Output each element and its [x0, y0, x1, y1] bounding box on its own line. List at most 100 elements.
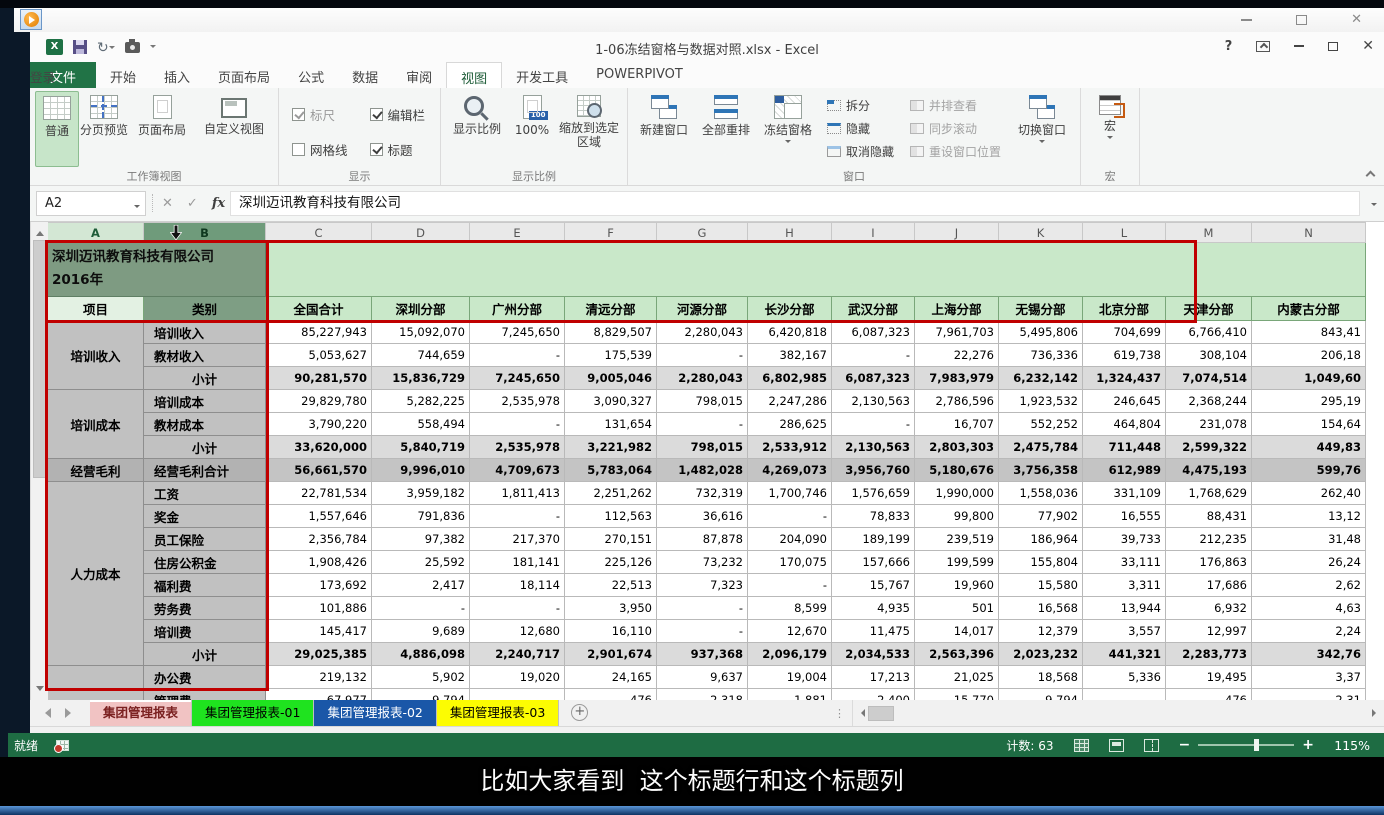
header-cell[interactable]: 天津分部 [1166, 297, 1252, 321]
category-cell[interactable]: 员工保险 [144, 528, 266, 551]
restore-button[interactable] [1328, 42, 1338, 51]
value-cell[interactable]: 15,092,070 [372, 321, 470, 344]
value-cell[interactable]: 12,680 [470, 620, 565, 643]
collapse-ribbon-icon[interactable] [1366, 171, 1376, 181]
value-cell[interactable]: - [470, 689, 565, 700]
value-cell[interactable]: 31,48 [1252, 528, 1366, 551]
value-cell[interactable]: 2,130,563 [832, 390, 915, 413]
formula-input[interactable]: 深圳迈讯教育科技有限公司 [230, 191, 1360, 216]
column-header-H[interactable]: H [748, 223, 832, 243]
column-header-M[interactable]: M [1166, 223, 1252, 243]
value-cell[interactable]: 3,557 [1083, 620, 1166, 643]
column-header-K[interactable]: K [999, 223, 1083, 243]
value-cell[interactable]: 78,833 [832, 505, 915, 528]
value-cell[interactable]: 2,31 [1252, 689, 1366, 700]
cell-title-fill[interactable] [266, 243, 1366, 297]
zoom-track[interactable] [1198, 744, 1294, 746]
value-cell[interactable]: 1,990,000 [915, 482, 999, 505]
reset-window-position-button[interactable]: 重设窗口位置 [910, 143, 1001, 160]
value-cell[interactable]: 798,015 [657, 390, 748, 413]
value-cell[interactable]: 449,83 [1252, 436, 1366, 459]
name-box[interactable]: A2 [36, 191, 146, 216]
player-app-icon[interactable] [20, 9, 42, 30]
new-window-button[interactable]: 新建窗口 [633, 91, 695, 167]
value-cell[interactable]: 2,901,674 [565, 643, 657, 666]
scroll-right-icon[interactable] [1372, 709, 1380, 717]
value-cell[interactable]: 7,323 [657, 574, 748, 597]
column-header-F[interactable]: F [565, 223, 657, 243]
value-cell[interactable]: 9,689 [372, 620, 470, 643]
value-cell[interactable]: 239,519 [915, 528, 999, 551]
tab-splitter-handle[interactable]: ⋮ [828, 707, 852, 720]
prev-sheet-icon[interactable] [40, 708, 51, 718]
value-cell[interactable]: 16,555 [1083, 505, 1166, 528]
value-cell[interactable]: 5,783,064 [565, 459, 657, 482]
hide-button[interactable]: 隐藏 [827, 120, 894, 137]
value-cell[interactable]: 6,420,818 [748, 321, 832, 344]
category-cell[interactable]: 培训成本 [144, 390, 266, 413]
value-cell[interactable]: 2,786,596 [915, 390, 999, 413]
value-cell[interactable]: 85,227,943 [266, 321, 372, 344]
value-cell[interactable]: 3,959,182 [372, 482, 470, 505]
category-cell[interactable]: 办公费 [144, 666, 266, 689]
value-cell[interactable]: - [657, 597, 748, 620]
value-cell[interactable]: 246,645 [1083, 390, 1166, 413]
value-cell[interactable]: 3,756,358 [999, 459, 1083, 482]
switch-windows-button[interactable]: 切换窗口 [1009, 91, 1075, 167]
value-cell[interactable] [1083, 689, 1166, 700]
value-cell[interactable]: 11,475 [832, 620, 915, 643]
value-cell[interactable]: 36,616 [657, 505, 748, 528]
value-cell[interactable]: 204,090 [748, 528, 832, 551]
value-cell[interactable]: 1,908,426 [266, 551, 372, 574]
group-label-cell[interactable]: 经营毛利 [48, 459, 144, 482]
column-header-N[interactable]: N [1252, 223, 1366, 243]
value-cell[interactable]: 189,199 [832, 528, 915, 551]
value-cell[interactable]: 744,659 [372, 344, 470, 367]
value-cell[interactable]: 2,62 [1252, 574, 1366, 597]
column-header-L[interactable]: L [1083, 223, 1166, 243]
value-cell[interactable]: 175,539 [565, 344, 657, 367]
zoom-slider[interactable]: − + [1179, 739, 1314, 751]
ribbon-display-options-icon[interactable] [1256, 41, 1270, 52]
value-cell[interactable]: 17,213 [832, 666, 915, 689]
value-cell[interactable]: 2,023,232 [999, 643, 1083, 666]
value-cell[interactable]: 1,324,437 [1083, 367, 1166, 390]
value-cell[interactable]: 12,997 [1166, 620, 1252, 643]
value-cell[interactable]: - [657, 620, 748, 643]
zoom-in-icon[interactable]: + [1302, 739, 1314, 751]
value-cell[interactable]: 4,935 [832, 597, 915, 620]
normal-view-shortcut-icon[interactable] [1074, 739, 1089, 752]
value-cell[interactable]: 186,964 [999, 528, 1083, 551]
header-cell[interactable]: 清远分部 [565, 297, 657, 321]
enter-icon[interactable]: ✓ [187, 196, 198, 211]
column-header-B[interactable]: B [144, 223, 266, 243]
value-cell[interactable]: 5,840,719 [372, 436, 470, 459]
value-cell[interactable]: 225,126 [565, 551, 657, 574]
column-header-C[interactable]: C [266, 223, 372, 243]
page-layout-view-button[interactable]: 页面布局 [129, 91, 195, 167]
category-cell[interactable]: 福利费 [144, 574, 266, 597]
category-cell[interactable]: 培训费 [144, 620, 266, 643]
value-cell[interactable]: 342,76 [1252, 643, 1366, 666]
value-cell[interactable]: 1,576,659 [832, 482, 915, 505]
value-cell[interactable]: 2,247,286 [748, 390, 832, 413]
synchronous-scrolling-button[interactable]: 同步滚动 [910, 120, 1001, 137]
category-cell[interactable]: 工资 [144, 482, 266, 505]
value-cell[interactable]: 24,165 [565, 666, 657, 689]
value-cell[interactable]: - [748, 505, 832, 528]
value-cell[interactable]: 18,568 [999, 666, 1083, 689]
value-cell[interactable]: 843,41 [1252, 321, 1366, 344]
value-cell[interactable]: 476 [565, 689, 657, 700]
header-cell[interactable]: 武汉分部 [832, 297, 915, 321]
value-cell[interactable]: 1,811,413 [470, 482, 565, 505]
zoom-100-button[interactable]: 100% [508, 91, 556, 167]
freeze-panes-button[interactable]: 冻结窗格 [757, 91, 819, 167]
value-cell[interactable]: 12,670 [748, 620, 832, 643]
value-cell[interactable]: 2,24 [1252, 620, 1366, 643]
player-close-button[interactable]: ✕ [1351, 15, 1362, 25]
value-cell[interactable]: 14,017 [915, 620, 999, 643]
value-cell[interactable]: 22,276 [915, 344, 999, 367]
header-cell[interactable]: 内蒙古分部 [1252, 297, 1366, 321]
header-cell[interactable]: 全国合计 [266, 297, 372, 321]
value-cell[interactable]: 6,766,410 [1166, 321, 1252, 344]
